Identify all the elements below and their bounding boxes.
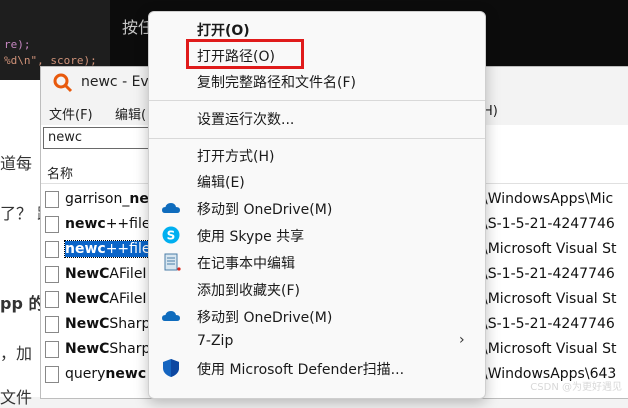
svg-text:S: S [167,229,176,243]
file-path: \S-1-5-21-4247746 [483,216,615,232]
menu-item-label: 打开(O) [197,23,250,39]
file-icon [45,366,59,383]
defender-shield-icon [163,359,179,377]
file-name: querynewc [65,366,147,382]
menu-separator [149,138,485,139]
code-line: re); [4,38,31,51]
menu-item-edit[interactable]: 编辑(E) [149,168,485,194]
menu-item-label: 使用 Microsoft Defender扫描... [197,362,405,378]
menu-item-label: 打开方式(H) [197,149,275,165]
file-icon [45,341,59,358]
notepad-icon [164,253,181,271]
file-icon [45,191,59,208]
menu-file[interactable]: 文件(F) [49,104,93,123]
menu-edit[interactable]: 编辑( [115,104,146,123]
file-path: \Microsoft Visual St [483,291,617,307]
article-text: 道每 [0,154,33,173]
skype-icon: S [162,226,180,244]
file-icon [45,241,59,258]
onedrive-icon [162,203,180,213]
file-icon [45,316,59,333]
chevron-right-icon: › [459,332,465,348]
menu-item-label: 移动到 OneDrive(M) [197,310,333,326]
menu-item-copy-full-path[interactable]: 复制完整路径和文件名(F) [149,68,485,94]
menu-item-label: 在记事本中编辑 [197,256,295,272]
menu-item-label: 使用 Skype 共享 [197,229,305,245]
menu-item-add-favorites[interactable]: 添加到收藏夹(F) [149,276,485,302]
everything-logo-icon [53,73,73,93]
menu-item-label: 移动到 OneDrive(M) [197,202,333,218]
article-text: 文件 [0,388,33,407]
context-menu: 打开(O) 打开路径(O) 复制完整路径和文件名(F) 设置运行次数... 打开… [148,11,486,399]
menu-item-move-to-onedrive[interactable]: 移动到 OneDrive(M) [149,195,485,221]
menu-item-open-with[interactable]: 打开方式(H) [149,142,485,168]
menu-item-set-run-count[interactable]: 设置运行次数... [149,105,485,131]
file-name: garrison_ne [65,191,149,207]
menu-item-label: 编辑(E) [197,175,245,191]
menu-item-label: 7-Zip [197,333,234,349]
file-icon [45,216,59,233]
file-path: \S-1-5-21-4247746 [483,266,615,282]
file-path: \Microsoft Visual St [483,341,617,357]
menu-item-defender-scan[interactable]: 使用 Microsoft Defender扫描... [149,355,485,381]
article-text: pp 的 [0,294,45,313]
file-name: NewCAFileI [65,266,147,282]
search-input[interactable]: newc [43,127,155,149]
column-header-name[interactable]: 名称 [47,163,73,182]
onedrive-icon [162,311,180,321]
file-path: \WindowsApps\Mic [483,191,614,207]
file-path: \Microsoft Visual St [483,241,617,257]
highlight-box [186,39,304,69]
file-icon [45,266,59,283]
menu-item-move-to-onedrive[interactable]: 移动到 OneDrive(M) [149,303,485,329]
watermark: CSDN @为更好遇见 [530,382,622,393]
file-name: newc++file [64,240,152,258]
file-name: newc++file [65,216,151,232]
file-name: NewCAFileI [65,291,147,307]
file-path: \S-1-5-21-4247746 [483,316,615,332]
file-name: NewCSharp [65,316,151,332]
menu-item-label: 复制完整路径和文件名(F) [197,75,356,91]
menu-separator [149,100,485,101]
menu-item-label: 添加到收藏夹(F) [197,283,300,299]
menu-item-edit-notepad[interactable]: 在记事本中编辑 [149,249,485,275]
menu-item-share-skype[interactable]: S 使用 Skype 共享 [149,222,485,248]
article-text: ，加 [0,344,33,363]
file-icon [45,291,59,308]
menu-item-label: 设置运行次数... [197,112,295,128]
menu-item-7zip[interactable]: 7-Zip › [149,329,485,355]
file-name: NewCSharp [65,341,151,357]
